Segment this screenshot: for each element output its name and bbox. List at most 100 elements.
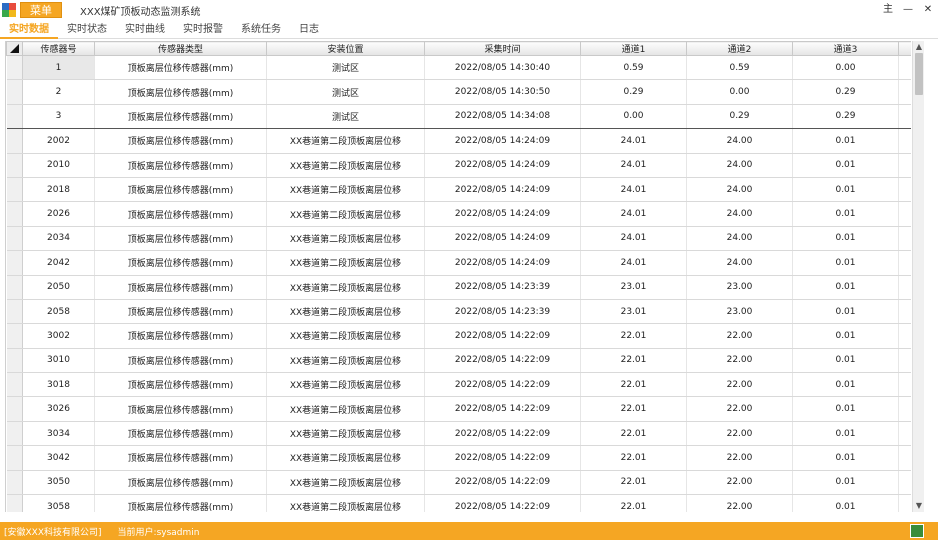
channel1-cell[interactable]: 24.01 [580, 153, 687, 178]
row-header[interactable] [6, 275, 23, 300]
channel1-cell[interactable]: 22.01 [580, 323, 687, 349]
column-header[interactable]: 传感器类型 [94, 41, 267, 56]
channel3-cell[interactable]: 0.01 [792, 372, 899, 398]
status-cell[interactable]: 正常 [898, 153, 911, 178]
channel3-cell[interactable]: 0.01 [792, 470, 899, 496]
sensor-type-cell[interactable]: 顶板离层位移传感器(mm) [94, 226, 267, 252]
skin-button[interactable]: 主 [880, 2, 896, 18]
column-header[interactable]: 通道1 [580, 41, 687, 56]
row-header[interactable] [6, 396, 23, 422]
time-cell[interactable]: 2022/08/05 14:22:09 [424, 323, 581, 349]
table-row[interactable]: 3050 顶板离层位移传感器(mm) XX巷道第二段顶板离层位移 2022/08/05… [6, 470, 911, 496]
row-header[interactable] [6, 372, 23, 398]
time-cell[interactable]: 2022/08/05 14:24:09 [424, 153, 581, 178]
channel2-cell[interactable]: 0.00 [686, 79, 793, 105]
table-row[interactable]: 2026 顶板离层位移传感器(mm) XX巷道第二段顶板离层位移 2022/08/05… [6, 201, 911, 227]
table-row[interactable]: 2 顶板离层位移传感器(mm) 测试区 2022/08/05 14:30:50 0.29… [6, 79, 911, 105]
table-row[interactable]: 2018 顶板离层位移传感器(mm) XX巷道第二段顶板离层位移 2022/08/05… [6, 177, 911, 203]
location-cell[interactable]: XX巷道第二段顶板离层位移 [266, 128, 425, 154]
sensor-type-cell[interactable]: 顶板离层位移传感器(mm) [94, 323, 267, 349]
column-header[interactable]: 通道2 [686, 41, 793, 56]
time-cell[interactable]: 2022/08/05 14:24:09 [424, 201, 581, 227]
tab-1[interactable]: 实时状态 [58, 20, 116, 39]
scroll-down-icon[interactable]: ▼ [913, 500, 925, 512]
channel2-cell[interactable]: 22.00 [686, 323, 793, 349]
sensor-id-cell[interactable]: 3026 [22, 396, 95, 422]
location-cell[interactable]: XX巷道第二段顶板离层位移 [266, 348, 425, 374]
status-cell[interactable]: 正常 [898, 323, 911, 349]
sensor-type-cell[interactable]: 顶板离层位移传感器(mm) [94, 128, 267, 154]
row-header[interactable] [6, 79, 23, 105]
row-header[interactable] [6, 299, 23, 325]
status-cell[interactable]: 正常 [898, 128, 911, 154]
time-cell[interactable]: 2022/08/05 14:24:09 [424, 250, 581, 276]
channel2-cell[interactable]: 22.00 [686, 396, 793, 422]
time-cell[interactable]: 2022/08/05 14:22:09 [424, 372, 581, 398]
sensor-type-cell[interactable]: 顶板离层位移传感器(mm) [94, 250, 267, 276]
minimize-button[interactable]: — [900, 2, 916, 18]
column-header[interactable]: 安装位置 [266, 41, 425, 56]
table-row[interactable]: 3018 顶板离层位移传感器(mm) XX巷道第二段顶板离层位移 2022/08/05… [6, 372, 911, 398]
sensor-id-cell[interactable]: 2010 [22, 153, 95, 178]
channel2-cell[interactable]: 23.00 [686, 275, 793, 300]
column-header[interactable]: 通道3 [792, 41, 899, 56]
sensor-id-cell[interactable]: 2018 [22, 177, 95, 203]
table-row[interactable]: 1 顶板离层位移传感器(mm) 测试区 2022/08/05 14:30:40 0.59… [6, 55, 911, 81]
sensor-id-cell[interactable]: 2042 [22, 250, 95, 276]
sensor-type-cell[interactable]: 顶板离层位移传感器(mm) [94, 396, 267, 422]
sensor-type-cell[interactable]: 顶板离层位移传感器(mm) [94, 470, 267, 496]
time-cell[interactable]: 2022/08/05 14:22:09 [424, 470, 581, 496]
scroll-up-icon[interactable]: ▲ [913, 41, 925, 53]
table-row[interactable]: 2002 顶板离层位移传感器(mm) XX巷道第二段顶板离层位移 2022/08/05… [6, 128, 911, 154]
channel3-cell[interactable]: 0.00 [792, 55, 899, 81]
channel2-cell[interactable]: 22.00 [686, 470, 793, 496]
location-cell[interactable]: XX巷道第二段顶板离层位移 [266, 396, 425, 422]
channel3-cell[interactable]: 0.01 [792, 201, 899, 227]
row-header[interactable] [6, 55, 23, 81]
time-cell[interactable]: 2022/08/05 14:24:09 [424, 177, 581, 203]
sensor-type-cell[interactable]: 顶板离层位移传感器(mm) [94, 372, 267, 398]
time-cell[interactable]: 2022/08/05 14:22:09 [424, 494, 581, 512]
location-cell[interactable]: XX巷道第二段顶板离层位移 [266, 470, 425, 496]
table-row[interactable]: 2042 顶板离层位移传感器(mm) XX巷道第二段顶板离层位移 2022/08/05… [6, 250, 911, 276]
channel2-cell[interactable]: 22.00 [686, 445, 793, 471]
time-cell[interactable]: 2022/08/05 14:23:39 [424, 275, 581, 300]
sensor-id-cell[interactable]: 2058 [22, 299, 95, 325]
time-cell[interactable]: 2022/08/05 14:23:39 [424, 299, 581, 325]
table-row[interactable]: 2058 顶板离层位移传感器(mm) XX巷道第二段顶板离层位移 2022/08/05… [6, 299, 911, 325]
table-row[interactable]: 3026 顶板离层位移传感器(mm) XX巷道第二段顶板离层位移 2022/08/05… [6, 396, 911, 422]
sensor-type-cell[interactable]: 顶板离层位移传感器(mm) [94, 201, 267, 227]
channel3-cell[interactable]: 0.29 [792, 79, 899, 105]
status-cell[interactable]: 正常 [898, 201, 911, 227]
location-cell[interactable]: XX巷道第二段顶板离层位移 [266, 226, 425, 252]
sensor-id-cell[interactable]: 2050 [22, 275, 95, 300]
row-header[interactable] [6, 494, 23, 512]
status-cell[interactable]: 正常 [898, 79, 911, 105]
time-cell[interactable]: 2022/08/05 14:24:09 [424, 128, 581, 154]
channel1-cell[interactable]: 24.01 [580, 226, 687, 252]
row-header[interactable] [6, 323, 23, 349]
channel3-cell[interactable]: 0.29 [792, 104, 899, 130]
status-cell[interactable]: 正常 [898, 348, 911, 374]
sensor-id-cell[interactable]: 3010 [22, 348, 95, 374]
table-row[interactable]: 3058 顶板离层位移传感器(mm) XX巷道第二段顶板离层位移 2022/08/05… [6, 494, 911, 512]
table-row[interactable]: 3 顶板离层位移传感器(mm) 测试区 2022/08/05 14:34:08 0.00… [6, 104, 911, 130]
time-cell[interactable]: 2022/08/05 14:22:09 [424, 396, 581, 422]
sensor-type-cell[interactable]: 顶板离层位移传感器(mm) [94, 445, 267, 471]
scroll-thumb[interactable] [915, 53, 923, 95]
row-header[interactable] [6, 153, 23, 178]
location-cell[interactable]: XX巷道第二段顶板离层位移 [266, 372, 425, 398]
channel3-cell[interactable]: 0.01 [792, 348, 899, 374]
channel2-cell[interactable]: 23.00 [686, 299, 793, 325]
sensor-id-cell[interactable]: 2034 [22, 226, 95, 252]
select-all-corner[interactable] [6, 41, 23, 56]
sensor-type-cell[interactable]: 顶板离层位移传感器(mm) [94, 79, 267, 105]
sensor-id-cell[interactable]: 3018 [22, 372, 95, 398]
channel1-cell[interactable]: 22.01 [580, 421, 687, 447]
row-header[interactable] [6, 348, 23, 374]
status-cell[interactable]: 正常 [898, 470, 911, 496]
channel1-cell[interactable]: 22.01 [580, 372, 687, 398]
sensor-type-cell[interactable]: 顶板离层位移传感器(mm) [94, 494, 267, 512]
row-header[interactable] [6, 226, 23, 252]
channel1-cell[interactable]: 24.01 [580, 177, 687, 203]
